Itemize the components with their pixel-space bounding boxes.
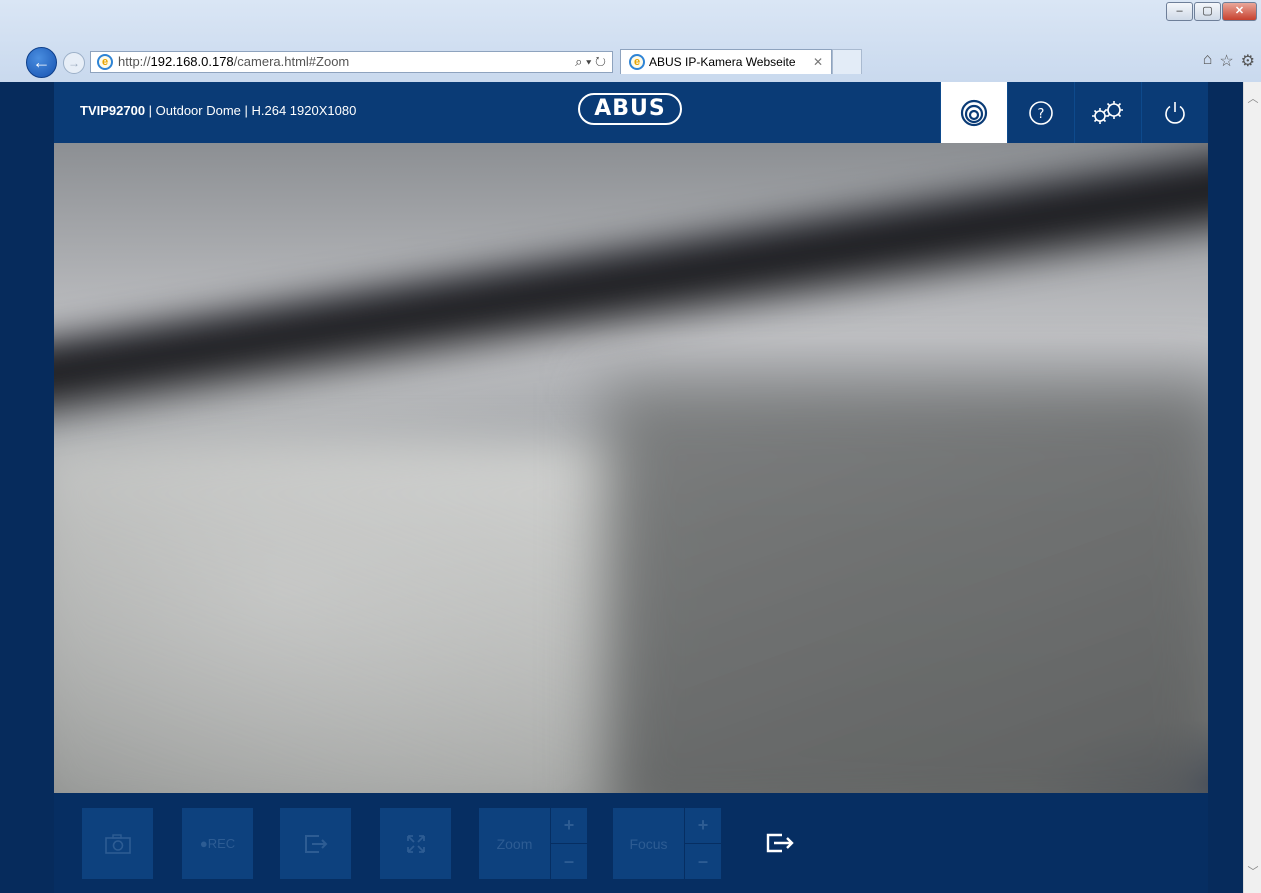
exit-arrow-icon xyxy=(304,834,327,853)
scroll-down-icon[interactable]: ﹀ xyxy=(1246,863,1260,879)
svg-text:?: ? xyxy=(1038,107,1045,122)
video-light-area xyxy=(54,443,634,793)
scroll-up-icon[interactable]: ︿ xyxy=(1246,90,1260,106)
live-video-feed[interactable] xyxy=(54,143,1208,793)
url-path: /camera.html#Zoom xyxy=(233,54,350,69)
focus-control: Focus + – xyxy=(613,808,721,879)
zoom-in-button[interactable]: + xyxy=(551,808,587,843)
camera-page: ︿ ﹀ TVIP92700 | Outdoor Dome | H.264 192… xyxy=(0,82,1261,893)
forward-button[interactable]: → xyxy=(63,52,85,74)
settings-button[interactable] xyxy=(1074,82,1141,143)
help-button[interactable]: ? xyxy=(1007,82,1074,143)
export-button[interactable] xyxy=(280,808,351,879)
exit-view-button[interactable] xyxy=(764,831,798,860)
help-icon: ? xyxy=(1029,100,1053,125)
camera-icon xyxy=(104,833,131,854)
address-bar[interactable]: e http://192.168.0.178/camera.html#Zoom … xyxy=(90,51,613,73)
url-prefix: http:// xyxy=(118,54,151,69)
maximize-button[interactable]: ▢ xyxy=(1194,2,1221,21)
record-button[interactable]: ●REC xyxy=(182,808,253,879)
focus-buttons: + – xyxy=(685,808,721,879)
address-url: http://192.168.0.178/camera.html#Zoom xyxy=(118,52,349,72)
browser-toolbar-icons: ⌂ ☆ ⚙ xyxy=(1203,51,1255,71)
ie-page-icon: e xyxy=(97,54,113,70)
exit-arrow-icon xyxy=(766,833,794,853)
fullscreen-icon xyxy=(406,834,425,853)
settings-icon xyxy=(1092,100,1123,124)
star-icon[interactable]: ☆ xyxy=(1219,51,1233,71)
minimize-button[interactable]: – xyxy=(1166,2,1193,21)
back-button[interactable]: ← xyxy=(26,47,57,78)
focus-near-button[interactable]: + xyxy=(685,808,721,843)
close-button[interactable]: ✕ xyxy=(1222,2,1257,21)
left-margin xyxy=(0,82,54,893)
power-icon xyxy=(1165,101,1185,124)
browser-chrome: – ▢ ✕ ← → e http://192.168.0.178/camera.… xyxy=(0,0,1261,82)
new-tab-button[interactable] xyxy=(832,49,862,74)
focus-label: Focus xyxy=(613,808,684,879)
camera-title: TVIP92700 | Outdoor Dome | H.264 1920X10… xyxy=(80,103,356,118)
fullscreen-button[interactable] xyxy=(380,808,451,879)
scrollbar[interactable]: ︿ ﹀ xyxy=(1243,82,1261,893)
abus-logo: ABUS xyxy=(578,93,682,125)
control-bar: ●REC Zoom + – Focus + – xyxy=(54,793,1208,893)
live-view-icon xyxy=(960,99,988,126)
logout-button[interactable] xyxy=(1141,82,1208,143)
window-controls: – ▢ ✕ xyxy=(1166,2,1257,21)
live-view-button[interactable] xyxy=(940,82,1007,143)
home-icon[interactable]: ⌂ xyxy=(1203,51,1213,71)
camera-header: TVIP92700 | Outdoor Dome | H.264 1920X10… xyxy=(54,82,1208,143)
zoom-out-button[interactable]: – xyxy=(551,844,587,879)
url-host: 192.168.0.178 xyxy=(150,54,234,69)
record-label: ●REC xyxy=(199,836,236,851)
browser-tab[interactable]: e ABUS IP-Kamera Webseite ✕ xyxy=(620,49,832,74)
zoom-control: Zoom + – xyxy=(479,808,587,879)
search-refresh-icons[interactable]: ⌕ ▾ ↻ xyxy=(575,52,606,72)
zoom-buttons: + – xyxy=(551,808,587,879)
camera-details: | Outdoor Dome | H.264 1920X1080 xyxy=(145,103,357,118)
tab-title: ABUS IP-Kamera Webseite xyxy=(649,55,796,69)
zoom-label: Zoom xyxy=(479,808,550,879)
gear-icon[interactable]: ⚙ xyxy=(1241,51,1255,71)
video-grey-area xyxy=(604,383,1208,793)
tab-close-icon[interactable]: ✕ xyxy=(813,50,823,74)
snapshot-button[interactable] xyxy=(82,808,153,879)
ie-tab-icon: e xyxy=(629,54,645,70)
right-margin xyxy=(1208,82,1243,893)
focus-far-button[interactable]: – xyxy=(685,844,721,879)
camera-model: TVIP92700 xyxy=(80,103,146,118)
